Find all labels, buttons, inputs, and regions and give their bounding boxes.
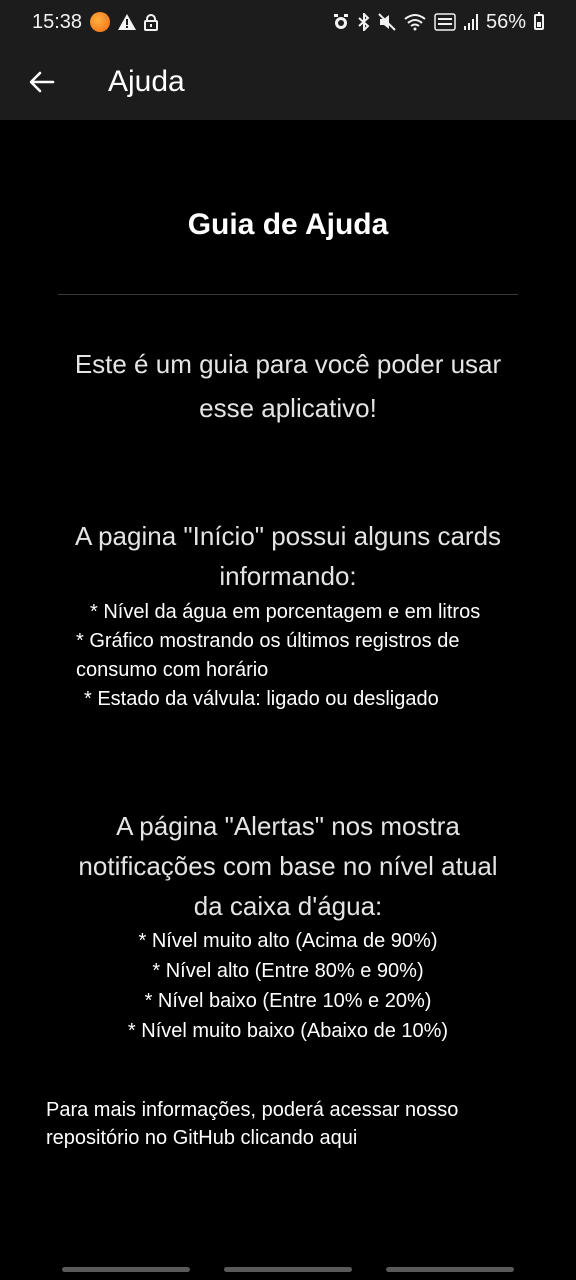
mute-icon (378, 13, 396, 31)
list-item: * Nível muito baixo (Abaixo de 10%) (127, 1020, 449, 1042)
signal-strength-icon (463, 14, 478, 30)
app-bar: Ajuda (0, 44, 576, 120)
back-button[interactable] (18, 58, 66, 106)
battery-icon (534, 12, 544, 30)
divider (58, 294, 518, 295)
intro-text: Este é um guia para você poder usar esse… (74, 349, 502, 423)
inicio-heading: A pagina "Início" possui alguns cards in… (74, 521, 502, 591)
volte-icon (434, 13, 456, 31)
status-bar: 15:38 56% (0, 0, 576, 44)
list-item: * Estado da válvula: ligado ou desligado (84, 688, 439, 710)
lock-icon (144, 13, 159, 31)
list-item: * Gráfico mostrando os últimos registros… (76, 630, 460, 681)
notification-app-icon (90, 12, 111, 32)
github-link[interactable]: Para mais informações, poderá acessar no… (46, 1096, 546, 1152)
status-left: 15:38 (32, 10, 159, 34)
alertas-section: A página "Alertas" nos mostra notificaçõ… (0, 806, 576, 1046)
guide-title: Guia de Ajuda (187, 208, 389, 241)
navigation-bar (0, 1260, 576, 1280)
nav-back-button[interactable] (386, 1267, 514, 1272)
list-item: * Nível alto (Entre 80% e 90%) (152, 960, 424, 982)
list-item: * Nível baixo (Entre 10% e 20%) (144, 990, 432, 1012)
alertas-items: * Nível muito alto (Acima de 90%) * Níve… (0, 926, 576, 1046)
list-item: * Nível muito alto (Acima de 90%) (138, 930, 438, 952)
inicio-section: A pagina "Início" possui alguns cards in… (0, 516, 576, 714)
bluetooth-icon (358, 13, 370, 31)
warning-icon (118, 14, 137, 30)
page-title: Ajuda (108, 65, 185, 98)
status-right: 56% (332, 11, 544, 34)
list-item: * Nível da água em porcentagem e em litr… (90, 601, 481, 623)
inicio-items: * Nível da água em porcentagem e em litr… (0, 598, 576, 714)
nav-home-button[interactable] (224, 1267, 352, 1272)
status-time: 15:38 (32, 10, 83, 33)
arrow-left-icon (29, 71, 55, 93)
alertas-heading: A página "Alertas" nos mostra notificaçõ… (78, 811, 498, 921)
alarm-icon (332, 13, 350, 31)
nav-recents-button[interactable] (62, 1267, 190, 1272)
wifi-icon (404, 13, 426, 31)
battery-percent: 56% (485, 10, 526, 33)
